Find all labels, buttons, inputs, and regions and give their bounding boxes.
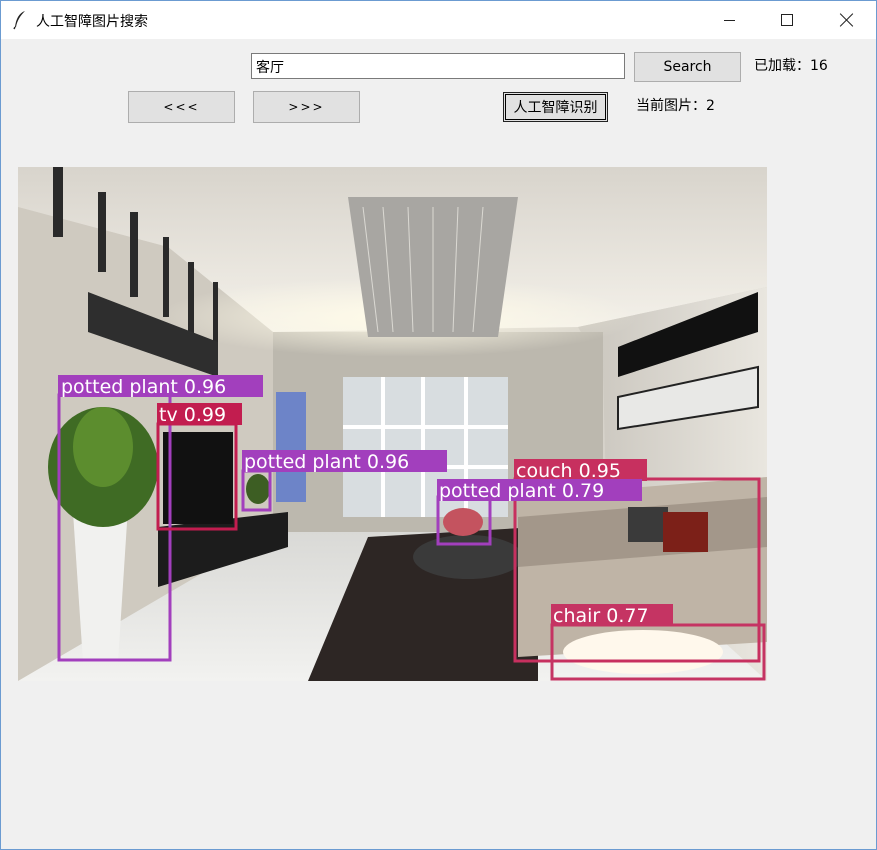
title-bar: 人工智障图片搜索 (1, 1, 876, 39)
detection-label: potted plant 0.79 (439, 480, 604, 502)
next-image-button[interactable]: >>> (253, 91, 360, 123)
loaded-count-label: 已加载：16 (754, 58, 828, 74)
close-icon (840, 13, 854, 27)
minimize-button[interactable] (700, 1, 758, 39)
search-input[interactable]: 客厅 (251, 53, 625, 79)
ai-recognize-button[interactable]: 人工智障识别 (503, 92, 608, 122)
detection-label: potted plant 0.96 (244, 451, 409, 473)
search-button[interactable]: Search (634, 52, 741, 82)
minimize-icon (723, 19, 735, 21)
maximize-button[interactable] (758, 1, 816, 39)
detection-label: tv 0.99 (159, 404, 226, 426)
window-title: 人工智障图片搜索 (36, 14, 148, 30)
detection-label: couch 0.95 (516, 460, 621, 482)
close-button[interactable] (818, 1, 876, 39)
detection-label: chair 0.77 (553, 605, 649, 627)
detection-label: potted plant 0.96 (61, 376, 226, 398)
feather-icon (13, 11, 25, 30)
maximize-icon (781, 14, 793, 26)
current-image-label: 当前图片：2 (636, 98, 715, 114)
previous-image-button[interactable]: <<< (128, 91, 235, 123)
app-window: 人工智障图片搜索 客厅 Search 已加载：16 <<< >>> 人工智障识别… (0, 0, 877, 850)
detection-image: potted plant 0.96 tv 0.99 potted plant 0… (18, 167, 767, 681)
